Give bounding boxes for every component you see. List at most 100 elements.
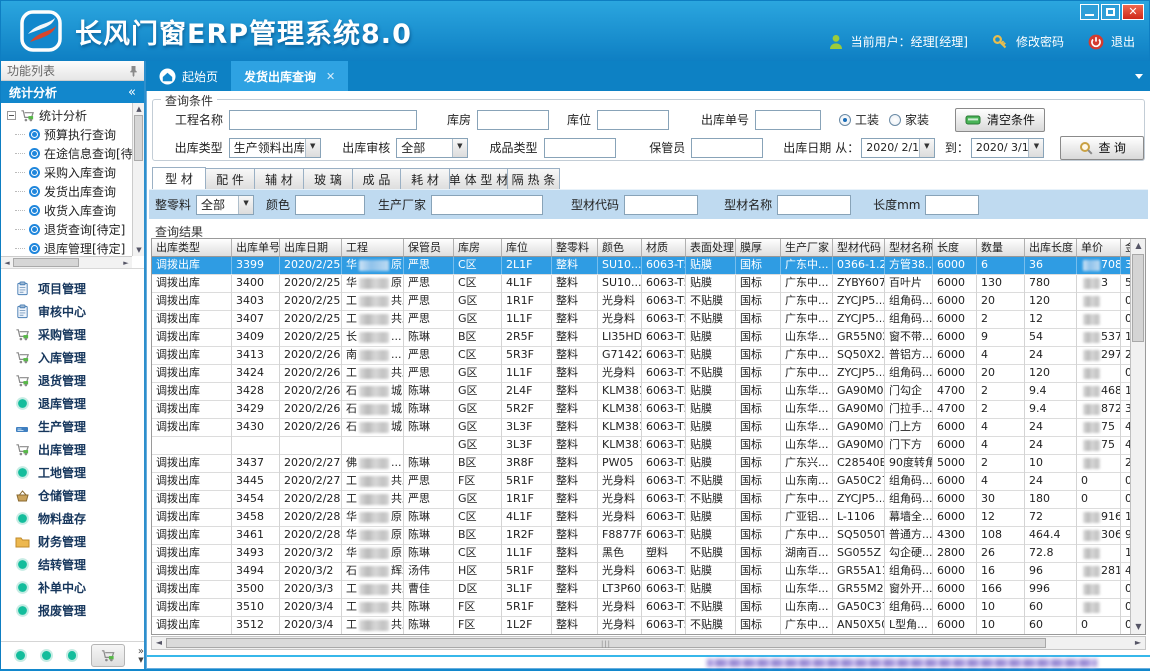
column-header-整零料[interactable]: 整零料 <box>552 239 598 257</box>
sidebar-module-采购管理[interactable]: 采购管理 <box>1 323 144 346</box>
scroll-down-icon[interactable]: ▼ <box>1131 620 1146 634</box>
sidebar-module-退货管理[interactable]: 退货管理 <box>1 369 144 392</box>
table-row[interactable]: 调拨出库34942020/3/2石辉城汤伟H区5R1F整料光身料6063-T5贴… <box>152 563 1130 581</box>
chevron-down-icon[interactable] <box>919 139 934 157</box>
material-tab-成品[interactable]: 成 品 <box>353 168 401 190</box>
material-tab-玻璃[interactable]: 玻 璃 <box>304 168 353 190</box>
tree-item[interactable]: 采购入库查询 <box>1 163 132 182</box>
tree-item[interactable]: 预算执行查询 <box>1 125 132 144</box>
scroll-up-icon[interactable]: ▲ <box>1131 239 1146 253</box>
table-row[interactable]: 调拨出库34132020/2/26南...严思C区5R3F整料G71422606… <box>152 347 1130 365</box>
code-input[interactable] <box>624 195 698 215</box>
column-header-库房[interactable]: 库房 <box>454 239 502 257</box>
table-row[interactable]: 调拨出库34302020/2/26石城陈琳G区3L3F整料KLM38176063… <box>152 419 1130 437</box>
sidebar-module-项目管理[interactable]: 项目管理 <box>1 277 144 300</box>
sidebar-module-退库管理[interactable]: 退库管理 <box>1 392 144 415</box>
scrollbar-thumb[interactable] <box>1132 254 1144 342</box>
order-no-input[interactable] <box>755 110 821 130</box>
name-input[interactable] <box>777 195 851 215</box>
column-header-出库类型[interactable]: 出库类型 <box>152 239 232 257</box>
material-tab-型材[interactable]: 型 材 <box>152 167 206 190</box>
close-button[interactable] <box>1122 4 1144 20</box>
table-row[interactable]: 调拨出库35002020/3/3工共工程曹佳D区3L1F整料LT3P606063… <box>152 581 1130 599</box>
maker-input[interactable] <box>431 195 543 215</box>
tree-vertical-scrollbar[interactable]: ▲ ▼ <box>132 103 144 256</box>
table-row[interactable]: 调拨出库35102020/3/4工共工程陈琳F区5R1F整料光身料6063-T5… <box>152 599 1130 617</box>
column-header-数量[interactable]: 数量 <box>977 239 1025 257</box>
tree-item[interactable]: 发货出库查询 <box>1 182 132 201</box>
column-header-表面处理[interactable]: 表面处理 <box>686 239 736 257</box>
tab-起始页[interactable]: 起始页 <box>146 61 231 91</box>
audit-select[interactable]: 全部 <box>396 138 468 158</box>
column-header-材质[interactable]: 材质 <box>642 239 686 257</box>
sidebar-module-工地管理[interactable]: 工地管理 <box>1 461 144 484</box>
column-header-型材名称[interactable]: 型材名称 <box>885 239 933 257</box>
sidebar-module-补单中心[interactable]: 补单中心 <box>1 576 144 599</box>
table-row[interactable]: 调拨出库35122020/3/4工共工程陈琳F区1L2F整料光身料6063-T5… <box>152 617 1130 634</box>
product-type-input[interactable] <box>544 138 616 158</box>
minimize-button[interactable] <box>1080 4 1099 20</box>
chevron-down-icon[interactable] <box>1028 139 1043 157</box>
project-name-input[interactable] <box>229 110 417 130</box>
column-header-工程[interactable]: 工程 <box>342 239 404 257</box>
table-row[interactable]: G区3L3F整料KLM38176063-T5贴膜国标山东华...GA90M09.… <box>152 437 1130 455</box>
column-header-颜色[interactable]: 颜色 <box>598 239 642 257</box>
sidebar-overflow-button[interactable]: »▼ <box>138 647 144 665</box>
tree-item[interactable]: 在途信息查询[待 <box>1 144 132 163</box>
column-header-出库长度[interactable]: 出库长度 <box>1025 239 1077 257</box>
radio-industrial[interactable] <box>839 114 851 126</box>
color-input[interactable] <box>295 195 365 215</box>
chevron-down-icon[interactable] <box>305 139 320 157</box>
sidebar-module-审核中心[interactable]: 审核中心 <box>1 300 144 323</box>
material-tab-辅材[interactable]: 辅 材 <box>255 168 304 190</box>
scroll-left-icon[interactable]: ◄ <box>152 637 166 649</box>
chevron-down-icon[interactable] <box>452 139 467 157</box>
sidebar-module-财务管理[interactable]: 财务管理 <box>1 530 144 553</box>
column-header-长度[interactable]: 长度 <box>933 239 977 257</box>
material-tab-配件[interactable]: 配 件 <box>206 168 255 190</box>
sidebar-module-出库管理[interactable]: 出库管理 <box>1 438 144 461</box>
tab-发货出库查询[interactable]: 发货出库查询 <box>231 61 348 91</box>
column-header-膜厚[interactable]: 膜厚 <box>736 239 781 257</box>
table-row[interactable]: 调拨出库33992020/2/25华原...严思C区2L1F整料SU10...6… <box>152 257 1130 275</box>
column-header-出库单号[interactable]: 出库单号 <box>232 239 280 257</box>
module-dot-icon[interactable] <box>40 649 53 662</box>
table-row[interactable]: 调拨出库34032020/2/25工共工程严思G区1R1F整料光身料6063-T… <box>152 293 1130 311</box>
active-module-button[interactable] <box>91 644 124 667</box>
column-header-生产厂家[interactable]: 生产厂家 <box>781 239 833 257</box>
keeper-input[interactable] <box>691 138 763 158</box>
clear-conditions-button[interactable]: 清空条件 <box>955 108 1045 132</box>
table-row[interactable]: 调拨出库34452020/2/27工共工程严思F区5R1F整料光身料6063-T… <box>152 473 1130 491</box>
scroll-right-icon[interactable]: ► <box>1131 637 1145 649</box>
sidebar-module-入库管理[interactable]: 入库管理 <box>1 346 144 369</box>
pin-icon[interactable] <box>129 65 138 77</box>
scrollbar-thumb[interactable] <box>134 115 143 161</box>
tree-horizontal-scrollbar[interactable]: ◄ ► <box>1 256 132 268</box>
table-row[interactable]: 调拨出库34542020/2/28工共工程严思G区1R1F整料光身料6063-T… <box>152 491 1130 509</box>
sidebar-module-仓储管理[interactable]: 仓储管理 <box>1 484 144 507</box>
logout-button[interactable]: 退出 <box>1111 33 1135 50</box>
whole-part-select[interactable]: 全部 <box>196 195 254 215</box>
tree-item[interactable]: 收货入库查询 <box>1 201 132 220</box>
sidebar-module-报废管理[interactable]: 报废管理 <box>1 599 144 622</box>
column-header-库位[interactable]: 库位 <box>502 239 552 257</box>
table-row[interactable]: 调拨出库34092020/2/25长...陈琳B区2R5F整料LI35HD606… <box>152 329 1130 347</box>
tree-item[interactable]: 退货查询[待定] <box>1 220 132 239</box>
out-type-select[interactable]: 生产领料出库 <box>229 138 321 158</box>
column-header-型材代码[interactable]: 型材代码 <box>833 239 885 257</box>
date-to-picker[interactable]: 2020/ 3/16 <box>971 138 1045 158</box>
table-row[interactable]: 调拨出库34072020/2/25工共工程严思G区1L1F整料光身料6063-T… <box>152 311 1130 329</box>
grid-vertical-scrollbar[interactable]: ▲ ▼ <box>1130 239 1145 634</box>
column-header-单价[interactable]: 单价 <box>1077 239 1121 257</box>
material-tab-耗材[interactable]: 耗 材 <box>401 168 450 190</box>
sidebar-section-header[interactable]: 统计分析 « <box>1 81 144 103</box>
column-header-保管员[interactable]: 保管员 <box>404 239 454 257</box>
collapse-icon[interactable]: « <box>128 85 136 100</box>
table-row[interactable]: 调拨出库34582020/2/28华原...陈琳C区4L1F整料光身料6063-… <box>152 509 1130 527</box>
scroll-right-icon[interactable]: ► <box>120 257 132 269</box>
table-row[interactable]: 调拨出库34002020/2/25华原...严思C区4L1F整料SU10...6… <box>152 275 1130 293</box>
length-input[interactable] <box>925 195 979 215</box>
scroll-down-icon[interactable]: ▼ <box>133 244 144 256</box>
change-password-link[interactable]: 修改密码 <box>1016 33 1064 50</box>
table-row[interactable]: 调拨出库34282020/2/26石城陈琳G区2L4F整料KLM38176063… <box>152 383 1130 401</box>
